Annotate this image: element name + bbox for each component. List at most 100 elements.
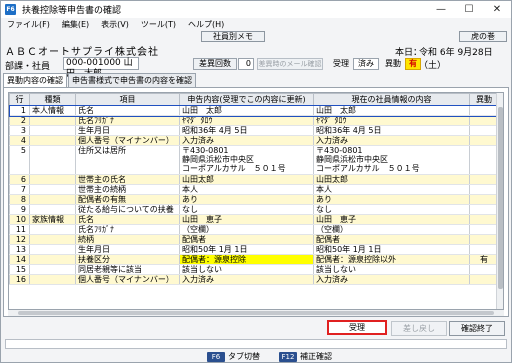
company-name: ＡＢＣオートサプライ株式会社 (5, 47, 159, 58)
row-number-cell: 6 (9, 174, 30, 185)
kind-cell (29, 145, 76, 175)
current-cell: 昭和36年 4月 5日 (313, 125, 470, 136)
row-number-cell: 4 (9, 135, 30, 146)
employee-memo-button[interactable]: 社員別メモ (201, 31, 265, 42)
diff-cell (469, 264, 499, 275)
app-icon: F6 (5, 4, 16, 15)
kind-cell (29, 174, 76, 185)
table-row[interactable]: 15 同居老親等に該当 該当しない 該当しない (9, 264, 499, 275)
row-number-cell: 14 (9, 254, 30, 265)
table-row[interactable]: 5 住所又は居所 〒430-0801 静岡県浜松市中央区 コーポアルカサル ５０１号… (9, 145, 499, 175)
kind-cell (29, 234, 76, 245)
kind-cell: 本人情報 (29, 105, 76, 116)
table-row[interactable]: 14 扶養区分 配偶者：源泉控除 配偶者：源泉控除以外有 (9, 254, 499, 265)
table-row[interactable]: 6 世帯主の氏名 山田太郎 山田太郎 (9, 174, 499, 185)
change-grid: 行 種類 項目 申告内容(受理でこの内容に更新) 現在の社員情報の内容 異動 1… (8, 92, 504, 310)
col-header-declared: 申告内容(受理でこの内容に更新) (179, 93, 314, 106)
current-cell: 山田 恵子 (313, 214, 470, 225)
current-cell: 山田 太郎 (313, 105, 470, 116)
accept-button[interactable]: 受理 (327, 320, 387, 335)
table-row[interactable]: 2 氏名ﾌﾘｶﾞﾅ ﾔﾏﾀﾞ ﾀﾛｳ ﾔﾏﾀﾞ ﾀﾛｳ (9, 115, 499, 126)
table-row[interactable]: 13 生年月日 昭和50年 1月 1日 昭和50年 1月 1日 (9, 244, 499, 255)
table-row[interactable]: 1 本人情報 氏名 山田 太郎 山田 太郎 (9, 104, 500, 117)
window-controls: — ☐ ✕ (427, 1, 511, 18)
kind-cell (29, 244, 76, 255)
kind-cell (29, 135, 76, 146)
maximize-icon[interactable]: ☐ (455, 1, 483, 18)
tora-no-maki-button[interactable]: 虎の巻 (459, 31, 507, 42)
diff-cell (469, 224, 499, 235)
current-cell: 該当しない (313, 264, 470, 275)
item-cell: 氏名ﾌﾘｶﾞﾅ (75, 224, 180, 235)
employee-field[interactable]: 000-001000 山田 太郎 (63, 57, 139, 79)
menu-edit[interactable]: 編集(E) (56, 19, 95, 30)
footer-message-field (5, 339, 507, 349)
row-number-cell: 15 (9, 264, 30, 275)
table-row[interactable]: 9 従たる給与についての扶養 なし なし (9, 204, 499, 215)
item-cell: 配偶者の有無 (75, 194, 180, 205)
table-row[interactable]: 8 配偶者の有無 あり あり (9, 194, 499, 205)
close-icon[interactable]: ✕ (483, 1, 511, 18)
item-cell: 従たる給与についての扶養 (75, 204, 180, 215)
f12-correction-check[interactable]: F12 補正確認 (279, 351, 332, 362)
mail-check-button[interactable]: 差異時のメール確認 (257, 58, 323, 70)
item-cell: 世帯主の氏名 (75, 174, 180, 185)
menu-tools[interactable]: ツール(T) (135, 19, 182, 30)
table-row[interactable]: 3 生年月日 昭和36年 4月 5日 昭和36年 4月 5日 (9, 125, 499, 136)
current-cell: （空欄） (313, 224, 470, 235)
kind-cell (29, 254, 76, 265)
table-row[interactable]: 4 個人番号（マイナンバー） 入力済み 入力済み (9, 135, 499, 146)
tab-bar: 異動内容の確認 申告書様式で申告書の内容を確認 (3, 73, 197, 87)
row-number-cell: 11 (9, 224, 30, 235)
item-cell: 氏名 (75, 214, 180, 225)
vertical-scrollbar[interactable] (496, 93, 503, 309)
table-row[interactable]: 16 個人番号（マイナンバー） 入力済み 入力済み (9, 274, 499, 285)
declared-cell: 山田 太郎 (179, 105, 314, 116)
item-cell: 氏名ﾌﾘｶﾞﾅ (75, 115, 180, 126)
horizontal-scroll-thumb[interactable] (18, 311, 494, 315)
top-toolbar: 社員別メモ 虎の巻 (1, 31, 511, 43)
item-cell: 生年月日 (75, 244, 180, 255)
kind-cell (29, 125, 76, 136)
vertical-scroll-thumb[interactable] (498, 107, 503, 289)
col-header-diff: 異動 (469, 93, 499, 106)
current-cell: なし (313, 204, 470, 215)
col-header-item: 項目 (75, 93, 180, 106)
diff-count-value: 0 (238, 58, 254, 70)
menu-view[interactable]: 表示(V) (95, 19, 135, 30)
declared-cell: あり (179, 194, 314, 205)
tab-panel: 行 種類 項目 申告内容(受理でこの内容に更新) 現在の社員情報の内容 異動 1… (3, 87, 509, 317)
declared-cell: ﾔﾏﾀﾞ ﾀﾛｳ (179, 115, 314, 126)
table-row[interactable]: 7 世帯主の続柄 本人 本人 (9, 184, 499, 195)
tab-form-review[interactable]: 申告書様式で申告書の内容を確認 (68, 73, 196, 87)
col-header-current: 現在の社員情報の内容 (313, 93, 470, 106)
row-number-cell: 1 (9, 105, 30, 116)
diff-cell (469, 115, 499, 126)
change-status-badge: 有 (405, 58, 421, 70)
item-cell: 続柄 (75, 234, 180, 245)
change-table: 行 種類 項目 申告内容(受理でこの内容に更新) 現在の社員情報の内容 異動 1… (9, 93, 500, 285)
employee-label: 部課・社員 (5, 62, 51, 72)
current-cell: 本人 (313, 184, 470, 195)
table-row[interactable]: 10 家族情報 氏名 山田 恵子 山田 恵子 (9, 214, 499, 225)
table-row[interactable]: 12 続柄 配偶者 配偶者 (9, 234, 499, 245)
current-cell: 配偶者：源泉控除以外 (313, 254, 470, 265)
finish-review-button[interactable]: 確認終了 (449, 321, 505, 336)
current-cell: あり (313, 194, 470, 205)
horizontal-scrollbar[interactable] (8, 310, 504, 316)
minimize-icon[interactable]: — (427, 1, 455, 18)
row-number-cell: 12 (9, 234, 30, 245)
tab-change-review[interactable]: 異動内容の確認 (3, 73, 67, 87)
declared-cell: 配偶者：源泉控除 (179, 254, 314, 265)
f6-key-icon: F6 (207, 351, 225, 362)
menu-help[interactable]: ヘルプ(H) (182, 19, 230, 30)
item-cell: 個人番号（マイナンバー） (75, 135, 180, 146)
table-row[interactable]: 11 氏名ﾌﾘｶﾞﾅ （空欄） （空欄） (9, 224, 499, 235)
f6-tab-switch[interactable]: F6 タブ切替 (207, 351, 260, 362)
send-back-button[interactable]: 差し戻し (391, 321, 447, 336)
diff-cell (469, 174, 499, 185)
diff-cell (469, 135, 499, 146)
kind-cell (29, 115, 76, 126)
menu-file[interactable]: ファイル(F) (1, 19, 56, 30)
diff-count-label: 差異回数 (193, 58, 237, 70)
